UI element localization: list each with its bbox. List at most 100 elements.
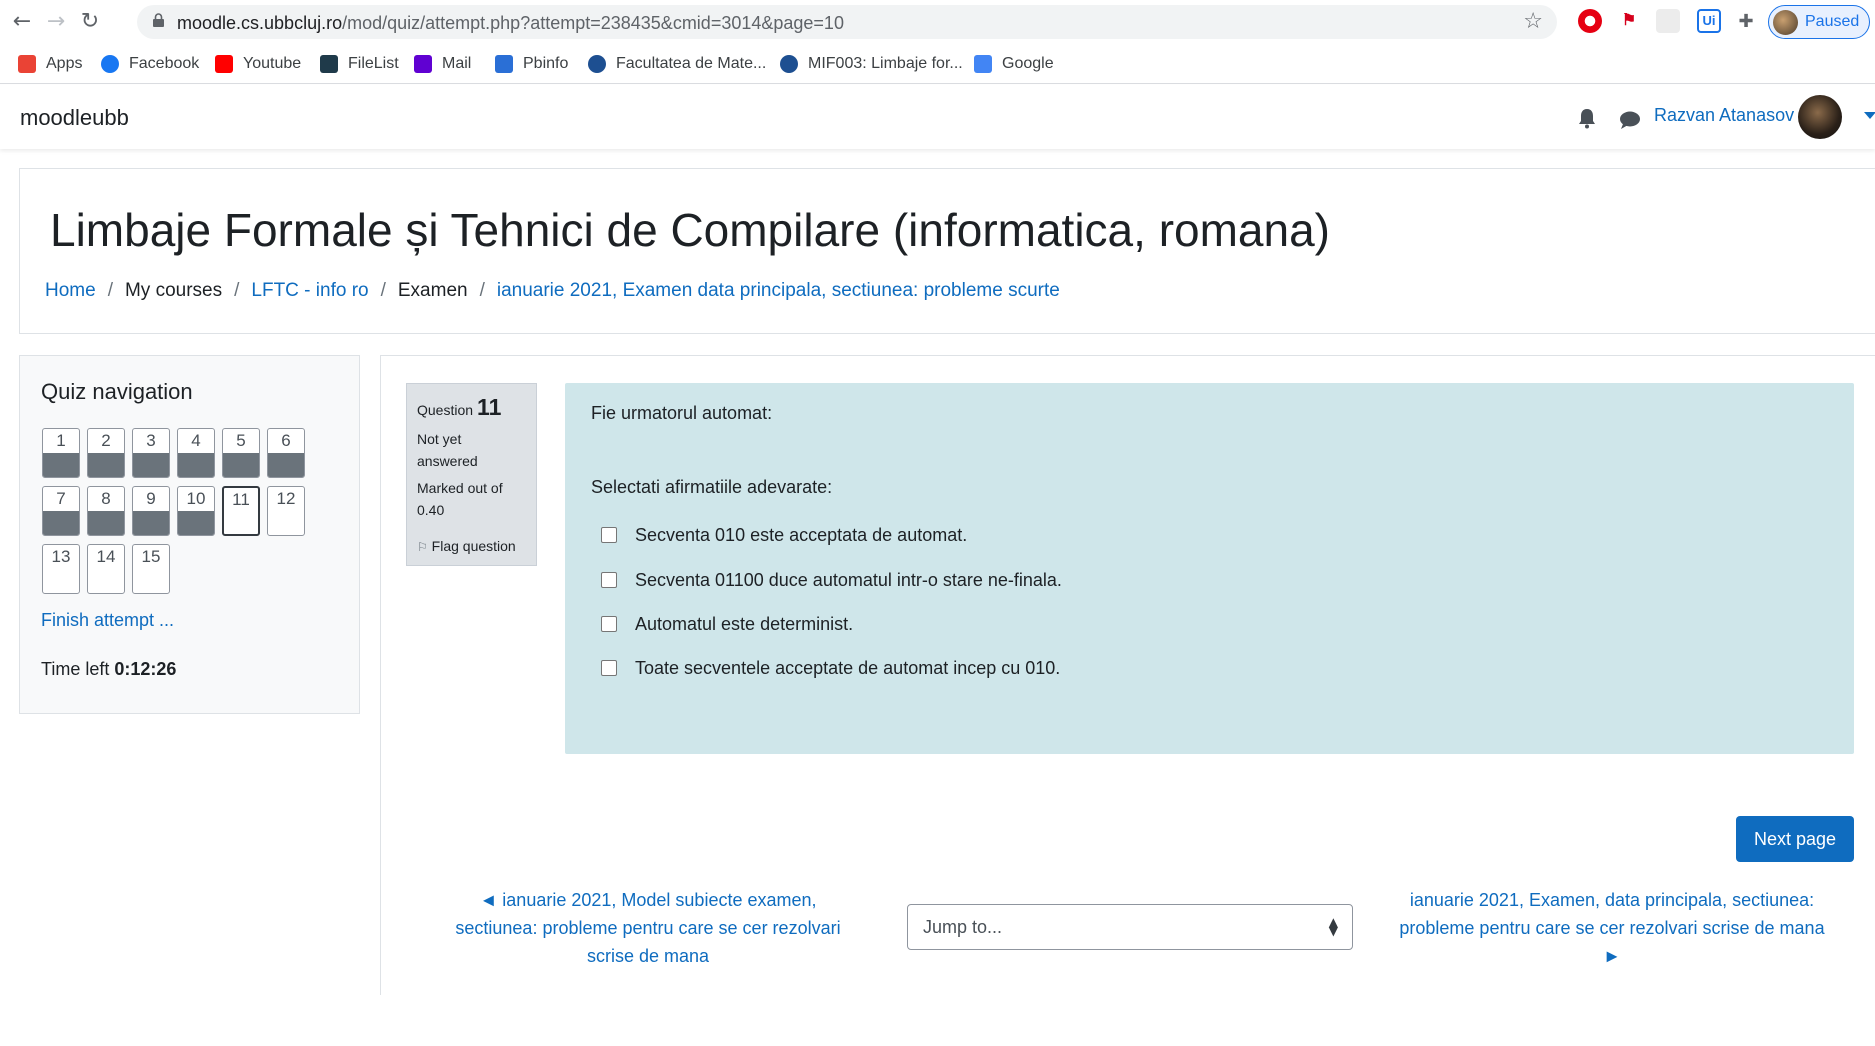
notification-bell-icon[interactable]	[1576, 107, 1598, 129]
bookmark-item[interactable]: Facultatea de Mate...	[588, 52, 766, 76]
question-number: Question 11	[417, 394, 502, 420]
answer-option[interactable]: Toate secventele acceptate de automat in…	[601, 655, 1060, 681]
extensions-puzzle-icon[interactable]: ✚	[1734, 9, 1758, 33]
quiz-nav-question-button[interactable]: 4	[177, 428, 215, 478]
answer-option[interactable]: Automatul este determinist.	[601, 611, 853, 637]
bookmark-item[interactable]: Mail	[414, 52, 471, 76]
question-button-number: 10	[186, 489, 206, 508]
quiz-nav-question-button[interactable]: 2	[87, 428, 125, 478]
bookmark-label: Facebook	[129, 55, 200, 72]
answer-checkbox[interactable]	[601, 616, 617, 632]
messages-chat-icon[interactable]	[1618, 109, 1642, 131]
extension-icon[interactable]: ⚑	[1617, 9, 1641, 33]
answer-option-label: Secventa 01100 duce automatul intr-o sta…	[635, 569, 1062, 590]
answered-indicator	[178, 453, 214, 477]
time-left-value: 0:12:26	[114, 659, 177, 679]
profile-button[interactable]: Paused	[1768, 5, 1870, 39]
answer-option[interactable]: Secventa 010 este acceptata de automat.	[601, 522, 967, 548]
quiz-nav-question-button[interactable]: 6	[267, 428, 305, 478]
bookmark-label: Facultatea de Mate...	[616, 55, 767, 72]
address-bar[interactable]: moodle.cs.ubbcluj.ro/mod/quiz/attempt.ph…	[137, 5, 1557, 39]
pbinfo-icon	[495, 55, 513, 73]
question-button-number: 13	[51, 547, 71, 566]
answer-option-label: Automatul este determinist.	[635, 613, 854, 634]
facebook-icon	[101, 55, 119, 73]
breadcrumb-item: Examen	[397, 280, 468, 301]
bookmark-item[interactable]: Facebook	[101, 52, 199, 76]
next-activity-link[interactable]: ianuarie 2021, Examen, data principala, …	[1392, 886, 1832, 970]
question-state: Not yet answered Marked out of 0.40	[417, 431, 503, 518]
google-icon	[974, 55, 992, 73]
question-content: Fie urmatorul automat: Selectati afirmat…	[565, 383, 1854, 754]
bookmark-label: Pbinfo	[523, 55, 569, 72]
bookmark-item[interactable]: Pbinfo	[495, 52, 568, 76]
quiz-nav-question-button[interactable]: 12	[267, 486, 305, 536]
filelist-icon	[320, 55, 338, 73]
question-info: Question 11 Not yet answered Marked out o…	[406, 383, 537, 566]
opera-extension-icon[interactable]	[1578, 9, 1602, 33]
breadcrumb-separator: /	[234, 280, 240, 301]
mail-icon	[414, 55, 432, 73]
breadcrumb-item[interactable]: Home	[45, 280, 96, 302]
jump-to-select[interactable]: Jump to... ▲ ▼	[907, 904, 1353, 950]
quiz-nav-question-button[interactable]: 8	[87, 486, 125, 536]
bookmark-item[interactable]: Apps	[18, 52, 82, 76]
quiz-navigation-block: Quiz navigation 1 2 3 4 5 6 7 8 9 10 11 12 13 14 15 Fi…	[19, 355, 360, 714]
answered-indicator	[88, 511, 124, 535]
quiz-nav-question-button[interactable]: 11	[222, 486, 260, 536]
answered-indicator	[88, 453, 124, 477]
breadcrumb-item[interactable]: LFTC - info ro	[251, 280, 368, 302]
forward-arrow-icon[interactable]: →	[42, 8, 70, 36]
url-text: moodle.cs.ubbcluj.ro/mod/quiz/attempt.ph…	[177, 13, 844, 33]
answer-option-label: Secventa 010 este acceptata de automat.	[635, 524, 968, 545]
user-menu-name[interactable]: Razvan Atanasov	[1654, 105, 1794, 126]
bookmark-item[interactable]: Youtube	[215, 52, 301, 76]
question-button-number: 9	[146, 489, 156, 508]
user-avatar[interactable]	[1798, 95, 1842, 139]
user-menu-caret-icon[interactable]	[1864, 112, 1875, 119]
question-button-number: 8	[101, 489, 111, 508]
breadcrumb-separator: /	[479, 280, 485, 301]
next-page-button[interactable]: Next page	[1736, 816, 1854, 862]
quiz-nav-question-button[interactable]: 5	[222, 428, 260, 478]
answered-indicator	[43, 453, 79, 477]
university-icon	[780, 55, 798, 73]
previous-activity-link[interactable]: ◄ ianuarie 2021, Model subiecte examen, …	[438, 886, 858, 970]
question-button-number: 5	[236, 431, 246, 450]
question-button-number: 4	[191, 431, 201, 450]
uipath-extension-icon[interactable]: Ui	[1697, 9, 1721, 33]
quiz-navigation-title: Quiz navigation	[41, 379, 193, 404]
bookmark-label: Youtube	[243, 55, 302, 72]
quiz-nav-question-button[interactable]: 15	[132, 544, 170, 594]
extension-icon[interactable]	[1656, 9, 1680, 33]
site-brand[interactable]: moodleubb	[20, 105, 129, 131]
quiz-nav-question-button[interactable]: 10	[177, 486, 215, 536]
question-button-number: 2	[101, 431, 111, 450]
quiz-nav-question-button[interactable]: 14	[87, 544, 125, 594]
quiz-nav-question-button[interactable]: 9	[132, 486, 170, 536]
back-arrow-icon[interactable]: ←	[8, 8, 36, 36]
bookmark-item[interactable]: FileList	[320, 52, 399, 76]
answer-checkbox[interactable]	[601, 527, 617, 543]
bookmark-item[interactable]: Google	[974, 52, 1054, 76]
answer-option[interactable]: Secventa 01100 duce automatul intr-o sta…	[601, 567, 1062, 593]
bookmark-star-icon[interactable]: ☆	[1523, 9, 1543, 34]
quiz-nav-question-button[interactable]: 13	[42, 544, 80, 594]
bookmark-item[interactable]: MIF003: Limbaje for...	[780, 52, 963, 76]
quiz-nav-question-button[interactable]: 1	[42, 428, 80, 478]
answer-checkbox[interactable]	[601, 660, 617, 676]
profile-avatar	[1773, 10, 1798, 35]
breadcrumb-item[interactable]: ianuarie 2021, Examen data principala, s…	[497, 280, 1060, 302]
university-icon	[588, 55, 606, 73]
reload-icon[interactable]: ↻	[76, 8, 104, 36]
finish-attempt-link[interactable]: Finish attempt ...	[41, 610, 174, 631]
quiz-nav-question-button[interactable]: 3	[132, 428, 170, 478]
quiz-nav-question-button[interactable]: 7	[42, 486, 80, 536]
flag-icon: ⚐	[417, 540, 428, 554]
flag-question-button[interactable]: ⚐ Flag question	[417, 538, 516, 554]
answer-checkbox[interactable]	[601, 572, 617, 588]
breadcrumb-separator: /	[107, 280, 113, 301]
question-button-number: 7	[56, 489, 66, 508]
bookmark-label: Apps	[46, 55, 83, 72]
question-button-number: 15	[141, 547, 161, 566]
